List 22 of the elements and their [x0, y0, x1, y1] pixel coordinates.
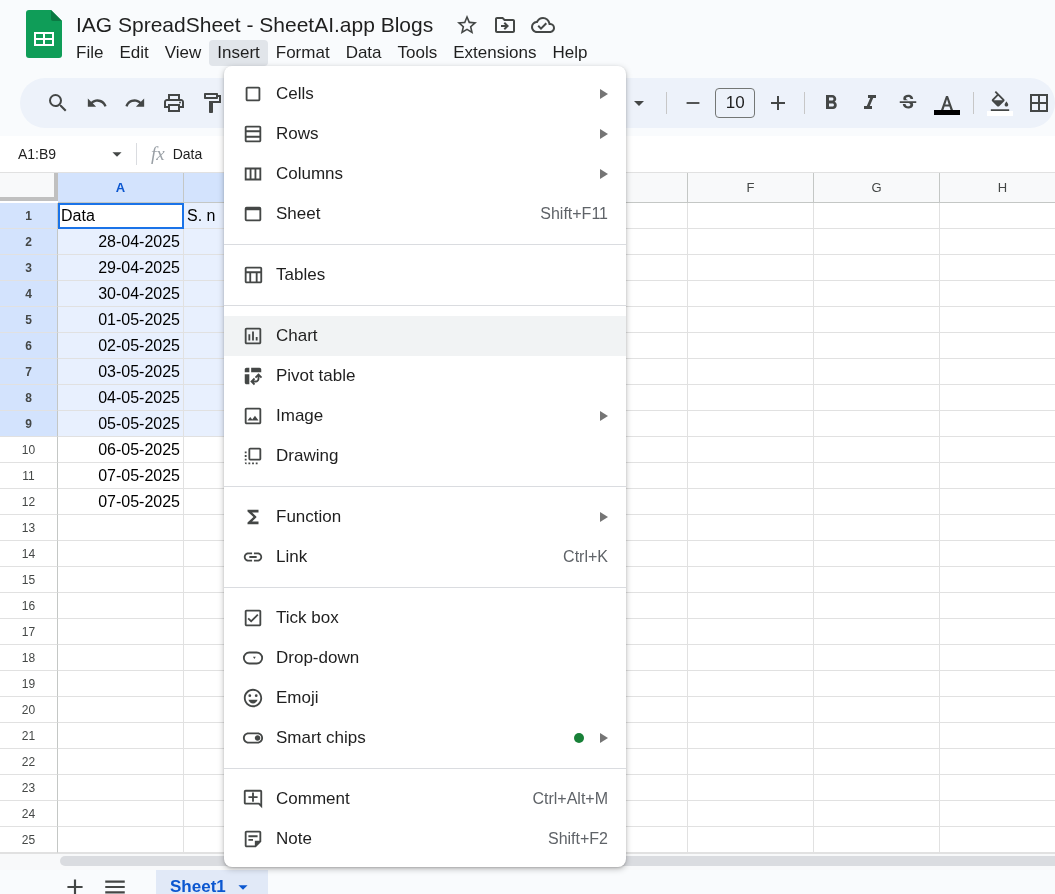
menu-item-label: Rows	[276, 124, 320, 144]
menu-item-label: Comment	[276, 789, 351, 809]
menu-item-label: Chart	[276, 326, 319, 346]
menu-item-label: Tables	[276, 265, 327, 285]
menu-item-label: Columns	[276, 164, 345, 184]
menu-item-label: Link	[276, 547, 309, 567]
shortcut: Ctrl+K	[563, 548, 608, 566]
shortcut: Ctrl+Alt+M	[532, 790, 608, 808]
shortcut: Shift+F11	[540, 205, 608, 223]
menu-item-label: Smart chips	[276, 728, 367, 748]
menu-item-label: Tick box	[276, 608, 340, 628]
menu-item-label: Emoji	[276, 688, 320, 708]
menu-item-label: Note	[276, 829, 313, 849]
menu-item-label: Drop-down	[276, 648, 361, 668]
shortcut: Shift+F2	[547, 830, 608, 848]
menu-item-label: Image	[276, 406, 325, 426]
menu-item-label: Cells	[276, 84, 315, 104]
menu-item-label: Sheet	[276, 204, 322, 224]
menu-item-label: Pivot table	[276, 366, 357, 386]
menu-item-label: Function	[276, 507, 343, 527]
fx-label: fx	[151, 143, 165, 165]
menu-item-label: Drawing	[276, 446, 340, 466]
